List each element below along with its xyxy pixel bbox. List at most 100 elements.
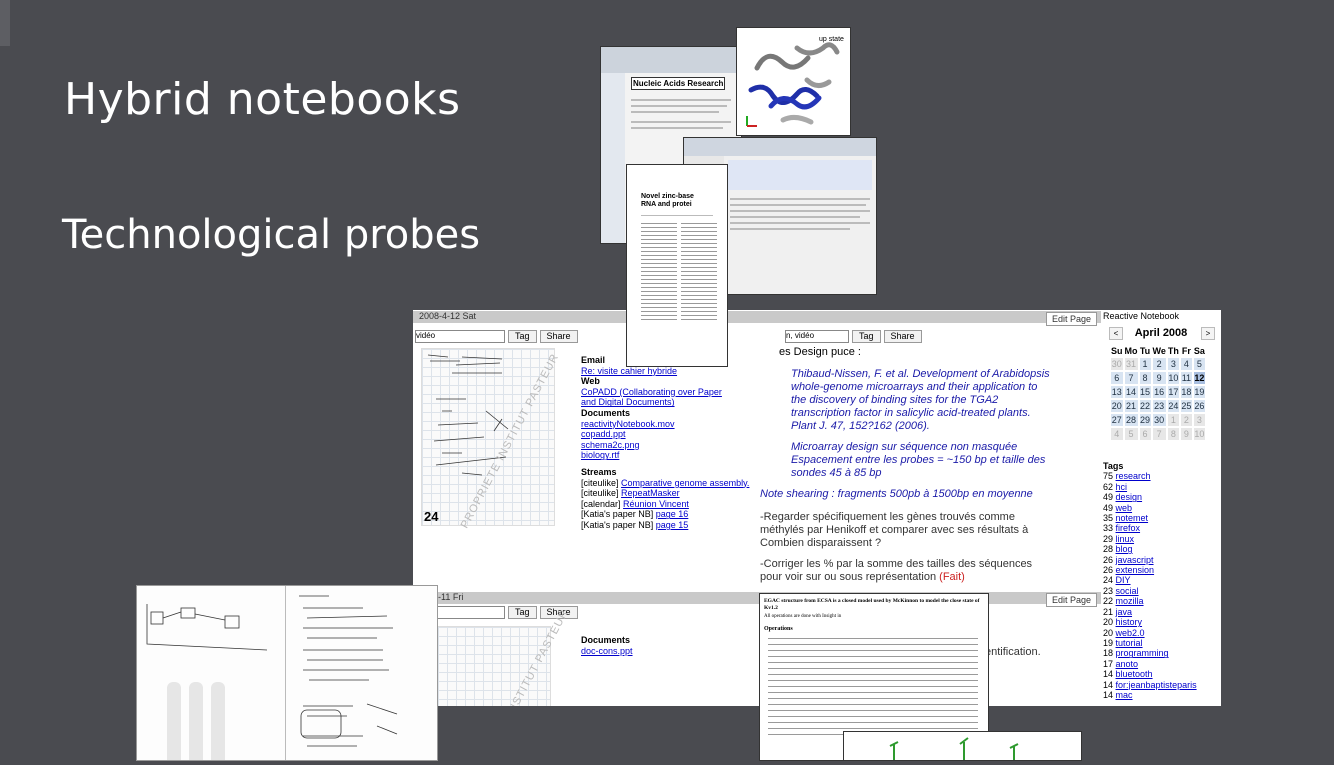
done-paragraph: -Corriger les % par la somme des tailles… [760,558,1033,583]
tag-link[interactable]: for:jeanbaptisteparis [1116,680,1197,690]
tag-input[interactable] [437,606,505,619]
calendar-day[interactable]: 15 [1139,386,1151,398]
calendar-day[interactable]: 21 [1124,400,1138,412]
tag-link[interactable]: firefox [1116,523,1141,533]
calendar-day[interactable]: 9 [1180,428,1192,440]
tag-input-right[interactable]: n, vidéo [785,330,849,343]
edit-page-button[interactable]: Edit Page [1045,312,1097,326]
calendar-day[interactable]: 2 [1180,414,1192,426]
scanned-notebook-page[interactable]: PROPRIETE INSTITUT PASTEUR 24 [421,348,561,530]
share-button-right[interactable]: Share [883,330,922,343]
calendar-day[interactable]: 4 [1111,428,1123,440]
tag-link[interactable]: linux [1116,534,1135,544]
stream-link[interactable]: page 16 [656,509,689,519]
doc-link[interactable]: reactivityNotebook.mov [581,419,675,429]
calendar-day[interactable]: 24 [1167,400,1179,412]
calendar-day[interactable]: 28 [1124,414,1138,426]
corner-tab [0,0,10,46]
calendar-day[interactable]: 7 [1152,428,1166,440]
calendar-day[interactable]: 31 [1124,358,1138,370]
doc-link[interactable]: schema2c.png [581,440,640,450]
calendar-day[interactable]: 25 [1180,400,1192,412]
calendar-day[interactable]: 27 [1111,414,1123,426]
calendar-day[interactable]: 5 [1124,428,1138,440]
calendar-day[interactable]: 30 [1111,358,1123,370]
tag-link[interactable]: bluetooth [1116,669,1153,679]
tag-link[interactable]: web [1116,503,1133,513]
doc-link[interactable]: doc-cons.ppt [581,646,633,656]
tag-count: 26 [1103,554,1114,565]
tag-link[interactable]: programming [1116,648,1169,658]
calendar-day[interactable]: 3 [1167,358,1179,370]
weekday-label: Su [1111,346,1123,356]
tag-link[interactable]: research [1116,471,1151,481]
tag-link[interactable]: anoto [1116,659,1139,669]
calendar-day[interactable]: 8 [1167,428,1179,440]
calendar-day[interactable]: 1 [1167,414,1179,426]
tag-link[interactable]: DIY [1116,575,1131,585]
calendar-day[interactable]: 26 [1193,400,1205,412]
calendar-day[interactable]: 2 [1152,358,1166,370]
tag-button[interactable]: Tag [508,330,537,343]
web-link-cont[interactable]: and Digital Documents) [581,397,675,407]
tag-link[interactable]: tutorial [1116,638,1143,648]
calendar-day-today[interactable]: 12 [1193,372,1205,384]
stream-link[interactable]: page 15 [656,520,689,530]
web-link[interactable]: CoPADD (Collaborating over Paper [581,387,722,397]
stream-link[interactable]: RepeatMasker [621,488,680,498]
tag-button-right[interactable]: Tag [852,330,881,343]
calendar-day[interactable]: 22 [1139,400,1151,412]
calendar-day[interactable]: 20 [1111,400,1123,412]
tag-link[interactable]: history [1116,617,1143,627]
tag-link[interactable]: mozilla [1116,596,1144,606]
calendar-day[interactable]: 4 [1180,358,1192,370]
tag-link[interactable]: notemet [1116,513,1149,523]
calendar-day[interactable]: 23 [1152,400,1166,412]
doc-link[interactable]: biology.rtf [581,450,619,460]
calendar-day[interactable]: 19 [1193,386,1205,398]
tag-link[interactable]: java [1116,607,1133,617]
tag-link[interactable]: social [1116,586,1139,596]
scanned-notebook-page[interactable]: INSTITUT PASTEUR [437,607,571,706]
tag-link[interactable]: blog [1116,544,1133,554]
email-link[interactable]: Re: visite cahier hybride [581,366,677,376]
tag-item: 14 for:jeanbaptisteparis [1103,680,1197,690]
calendar-day[interactable]: 16 [1152,386,1166,398]
calendar-day[interactable]: 6 [1139,428,1151,440]
calendar-day[interactable]: 18 [1180,386,1192,398]
next-month-button[interactable]: > [1201,327,1215,340]
handwritten-notebook-photo [136,585,438,761]
calendar-day[interactable]: 10 [1193,428,1205,440]
calendar-day[interactable]: 5 [1193,358,1205,370]
protein-structure-graphic [746,42,840,127]
share-button[interactable]: Share [539,330,578,343]
tag-input[interactable]: vidéo [415,330,505,343]
doc-link[interactable]: copadd.ppt [581,429,626,439]
calendar-day[interactable]: 8 [1139,372,1151,384]
calendar-day[interactable]: 6 [1111,372,1123,384]
tag-button[interactable]: Tag [508,606,537,619]
calendar-day[interactable]: 30 [1152,414,1166,426]
tag-link[interactable]: design [1116,492,1143,502]
calendar-day[interactable]: 11 [1180,372,1192,384]
stream-link[interactable]: Comparative genome assembly. [621,478,749,488]
calendar-day[interactable]: 7 [1124,372,1138,384]
tag-link[interactable]: hci [1116,482,1128,492]
calendar-day[interactable]: 9 [1152,372,1166,384]
calendar-day[interactable]: 14 [1124,386,1138,398]
tag-count: 26 [1103,565,1114,576]
calendar-day[interactable]: 29 [1139,414,1151,426]
tag-link[interactable]: mac [1116,690,1133,700]
stream-link[interactable]: Réunion Vincent [623,499,689,509]
calendar-day[interactable]: 13 [1111,386,1123,398]
journal-title: Nucleic Acids Research [631,77,726,90]
edit-page-button[interactable]: Edit Page [1045,593,1097,607]
calendar-day[interactable]: 3 [1193,414,1205,426]
tag-link[interactable]: javascript [1116,555,1154,565]
calendar-day[interactable]: 10 [1167,372,1179,384]
tag-link[interactable]: web2.0 [1116,628,1145,638]
calendar-day[interactable]: 1 [1139,358,1151,370]
calendar-day[interactable]: 17 [1167,386,1179,398]
tag-link[interactable]: extension [1116,565,1155,575]
tag-item: 22 mozilla [1103,596,1197,606]
